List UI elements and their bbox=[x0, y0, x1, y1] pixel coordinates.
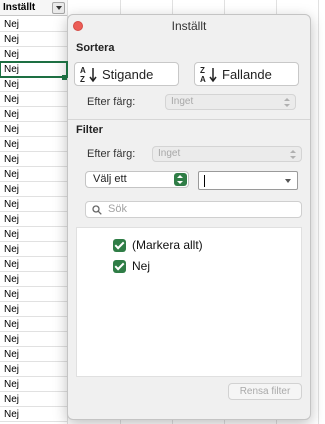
table-row[interactable]: Nej bbox=[0, 212, 67, 227]
section-divider bbox=[68, 119, 310, 120]
checkbox-checked-icon[interactable] bbox=[113, 238, 126, 252]
table-row[interactable]: Nej bbox=[0, 332, 67, 347]
search-placeholder: Sök bbox=[108, 203, 127, 215]
selection-fill-handle[interactable] bbox=[62, 75, 67, 80]
table-row[interactable]: Nej bbox=[0, 362, 67, 377]
filter-sort-popover: Inställt Sortera A Z Stigande Z A Fallan… bbox=[67, 14, 311, 420]
table-row[interactable]: Nej bbox=[0, 287, 67, 302]
chevron-down-icon[interactable] bbox=[285, 179, 291, 183]
table-row[interactable]: Nej bbox=[0, 47, 67, 62]
sort-color-label: Efter färg: bbox=[87, 96, 136, 108]
sort-section-label: Sortera bbox=[76, 42, 115, 54]
table-row[interactable]: Nej bbox=[0, 167, 67, 182]
grid-line bbox=[318, 0, 319, 424]
table-row[interactable]: Nej bbox=[0, 302, 67, 317]
table-row[interactable]: Nej bbox=[0, 32, 67, 47]
svg-text:Z: Z bbox=[80, 75, 85, 83]
table-row[interactable]: Nej bbox=[0, 407, 67, 422]
filter-condition-value: Välj ett bbox=[93, 173, 127, 185]
search-icon bbox=[92, 205, 102, 215]
table-row[interactable]: Nej bbox=[0, 92, 67, 107]
clear-filter-button: Rensa filter bbox=[228, 383, 302, 400]
sort-descending-label: Fallande bbox=[222, 66, 272, 82]
updown-icon bbox=[290, 150, 297, 159]
sort-color-value: Inget bbox=[171, 96, 194, 107]
filter-dropdown-button[interactable] bbox=[52, 2, 65, 14]
table-row[interactable]: Nej bbox=[0, 392, 67, 407]
sort-color-select: Inget bbox=[165, 94, 296, 110]
table-row[interactable]: Nej bbox=[0, 242, 67, 257]
popover-titlebar: Inställt bbox=[68, 15, 310, 39]
table-row[interactable]: Nej bbox=[0, 182, 67, 197]
filter-condition-select[interactable]: Välj ett bbox=[85, 171, 189, 188]
list-item-select-all[interactable]: (Markera allt) bbox=[113, 238, 203, 252]
sort-ascending-label: Stigande bbox=[102, 66, 154, 82]
filter-value-list: (Markera allt) Nej bbox=[76, 227, 302, 377]
table-row[interactable]: Nej bbox=[0, 137, 67, 152]
sort-ascending-icon: A Z bbox=[80, 66, 97, 83]
search-input[interactable]: Sök bbox=[85, 201, 302, 218]
table-row[interactable]: Nej bbox=[0, 317, 67, 332]
filter-section-label: Filter bbox=[76, 124, 103, 136]
table-row[interactable]: Nej bbox=[0, 122, 67, 137]
table-row[interactable]: Nej bbox=[0, 197, 67, 212]
column-header-cell[interactable]: Inställt bbox=[0, 0, 67, 16]
filter-value-combobox[interactable] bbox=[198, 171, 298, 190]
sort-ascending-button[interactable]: A Z Stigande bbox=[74, 62, 179, 86]
table-row[interactable]: Nej bbox=[0, 152, 67, 167]
filter-color-select: Inget bbox=[152, 146, 302, 162]
popover-title: Inställt bbox=[171, 19, 207, 33]
column-header-label: Inställt bbox=[3, 2, 36, 13]
table-row[interactable]: Nej bbox=[0, 17, 67, 32]
text-caret bbox=[204, 175, 205, 187]
table-row[interactable]: Nej bbox=[0, 377, 67, 392]
table-row[interactable]: Nej bbox=[0, 272, 67, 287]
updown-icon bbox=[284, 98, 291, 107]
table-row[interactable]: Nej bbox=[0, 347, 67, 362]
table-row[interactable]: Nej bbox=[0, 257, 67, 272]
list-item-label: (Markera allt) bbox=[132, 238, 203, 252]
checkbox-checked-icon[interactable] bbox=[113, 259, 126, 273]
sort-descending-button[interactable]: Z A Fallande bbox=[194, 62, 299, 86]
svg-text:Z: Z bbox=[200, 66, 205, 75]
list-item-nej[interactable]: Nej bbox=[113, 259, 150, 273]
table-row[interactable]: Nej bbox=[0, 107, 67, 122]
column-a: Inställt Nej Nej Nej Nej Nej Nej Nej Nej Nej Nej N… bbox=[0, 0, 68, 424]
svg-text:A: A bbox=[200, 75, 206, 83]
filter-color-label: Efter färg: bbox=[87, 148, 136, 160]
table-row[interactable]: Nej bbox=[0, 77, 67, 92]
list-item-label: Nej bbox=[132, 259, 151, 273]
table-row[interactable]: Nej bbox=[0, 227, 67, 242]
svg-text:A: A bbox=[80, 66, 86, 75]
filter-color-value: Inget bbox=[158, 148, 181, 159]
table-row[interactable]: Nej bbox=[0, 61, 68, 78]
stepper-icon bbox=[174, 173, 187, 186]
sort-descending-icon: Z A bbox=[200, 66, 217, 83]
